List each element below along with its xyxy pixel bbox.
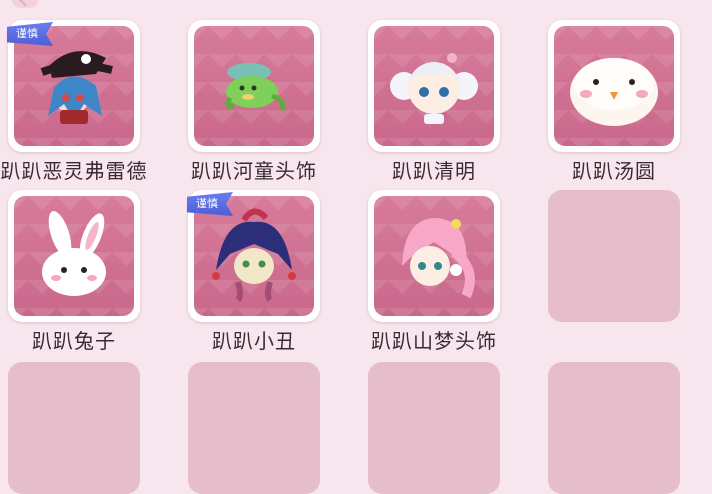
item-card-bg [194,26,314,146]
empty-slot[interactable] [8,362,140,494]
pink-haired-girl-icon [402,218,475,299]
empty-slot[interactable] [188,362,320,494]
item-card-bg [374,196,494,316]
kappa-headwear-icon [225,63,286,111]
white-dumpling-icon [570,58,658,126]
item-slot-7[interactable] [368,190,500,322]
item-name: 趴趴兔子 [32,329,116,353]
item-slot-5[interactable] [8,190,140,322]
item-card-bg [554,26,674,146]
item-slot-2[interactable] [188,20,320,152]
item-card-bg [14,196,134,316]
item-name: 趴趴小丑 [212,329,296,353]
item-slot-4[interactable] [548,20,680,152]
costume-grid-page: 谨慎 趴趴恶灵弗雷德 趴趴河童头饰 趴趴清明 趴趴汤圆 趴趴兔子 谨慎 趴趴小丑… [0,0,712,494]
white-rabbit-icon [42,211,106,296]
item-name: 趴趴汤圆 [572,159,656,183]
empty-slot[interactable] [548,362,680,494]
item-slot-3[interactable] [368,20,500,152]
back-tab[interactable] [12,0,38,8]
item-name: 趴趴山梦头饰 [371,329,497,353]
item-name: 趴趴清明 [392,159,476,183]
item-name: 趴趴河童头饰 [191,159,317,183]
empty-slot[interactable] [548,190,680,322]
empty-slot[interactable] [368,362,500,494]
item-card-bg [374,26,494,146]
item-name: 趴趴恶灵弗雷德 [0,159,148,183]
white-haired-girl-icon [390,53,478,124]
